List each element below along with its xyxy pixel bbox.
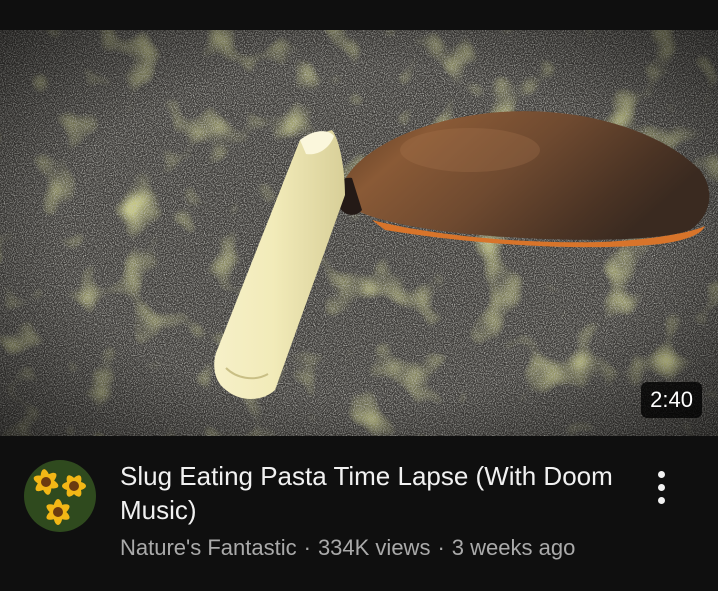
video-duration-badge: 2:40 [641, 382, 702, 418]
channel-name[interactable]: Nature's Fantastic [120, 535, 297, 560]
meta-separator: · [437, 535, 445, 560]
channel-avatar[interactable] [24, 460, 96, 532]
view-count: 334K views [317, 535, 431, 560]
status-bar-area [0, 0, 718, 30]
video-title[interactable]: Slug Eating Pasta Time Lapse (With Doom … [120, 459, 620, 527]
thumbnail-image [0, 30, 718, 436]
video-info-row: Slug Eating Pasta Time Lapse (With Doom … [0, 436, 718, 591]
meta-separator: · [303, 535, 311, 560]
sunflower-avatar-icon [24, 460, 96, 532]
menu-dot [657, 470, 665, 478]
more-vert-icon[interactable] [644, 464, 678, 510]
video-thumbnail[interactable]: 2:40 [0, 30, 718, 436]
upload-age: 3 weeks ago [451, 535, 576, 560]
menu-dot [657, 483, 665, 491]
menu-dot [657, 496, 665, 504]
video-metadata: Nature's Fantastic · 334K views · 3 weeks ag… [120, 534, 680, 562]
